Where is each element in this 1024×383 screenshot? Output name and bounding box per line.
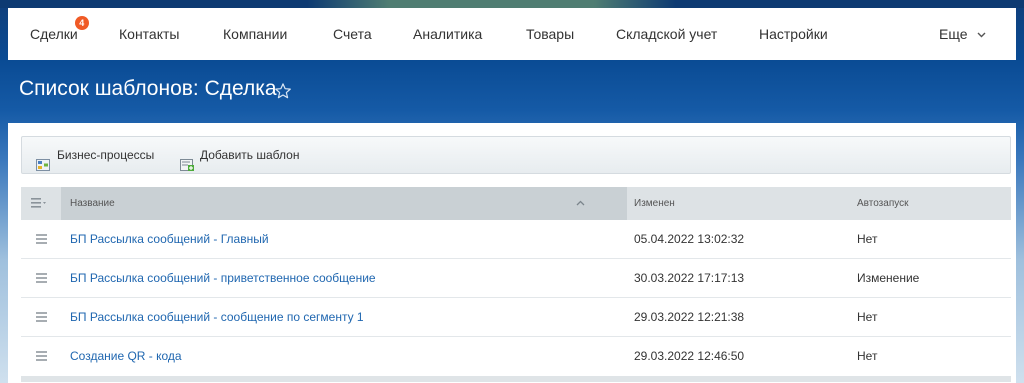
autostart-cell: Нет <box>857 349 878 363</box>
nav-item-label: Контакты <box>119 26 180 42</box>
business-process-icon <box>36 149 50 171</box>
autostart-column-header[interactable]: Автозапуск <box>857 187 909 220</box>
page-title: Список шаблонов: Сделка <box>19 77 277 100</box>
nav-item-label: Аналитика <box>413 26 483 42</box>
name-column-label: Название <box>70 198 115 209</box>
modified-cell: 30.03.2022 17:17:13 <box>634 271 745 285</box>
business-processes-label: Бизнес-процессы <box>57 148 155 162</box>
grid-settings-icon[interactable] <box>31 197 47 209</box>
templates-grid: Название Изменен Автозапуск БП Рассылка … <box>21 187 1011 382</box>
modified-column-header[interactable]: Изменен <box>634 187 675 220</box>
sort-asc-icon <box>576 187 585 220</box>
deals-count-badge: 4 <box>74 16 89 30</box>
drag-handle-icon[interactable] <box>36 234 47 244</box>
nav-item-deals[interactable]: Сделки 4 <box>30 8 89 60</box>
add-template-label: Добавить шаблон <box>200 148 300 162</box>
nav-item-inventory[interactable]: Складской учет <box>616 8 717 60</box>
nav-item-label: Складской учет <box>616 26 718 42</box>
template-name-link[interactable]: БП Рассылка сообщений - сообщение по сег… <box>70 298 364 337</box>
table-row: БП Рассылка сообщений - Главный 05.04.20… <box>21 220 1011 259</box>
nav-item-products[interactable]: Товары <box>526 8 574 60</box>
drag-handle-icon[interactable] <box>36 312 47 322</box>
top-nav: Сделки 4 Контакты Компании Счета Аналити… <box>8 8 1016 60</box>
star-icon[interactable] <box>274 82 294 102</box>
name-column-header[interactable]: Название <box>61 187 627 220</box>
top-strip <box>0 0 1024 8</box>
nav-item-contacts[interactable]: Контакты <box>119 8 179 60</box>
nav-item-label: Настройки <box>759 26 828 42</box>
nav-item-label: Сделки <box>30 26 78 42</box>
chevron-down-icon <box>977 10 986 62</box>
template-name-link[interactable]: БП Рассылка сообщений - приветственное с… <box>70 259 376 298</box>
nav-item-analytics[interactable]: Аналитика <box>413 8 482 60</box>
modified-cell: 29.03.2022 12:46:50 <box>634 349 745 363</box>
nav-item-settings[interactable]: Настройки <box>759 8 828 60</box>
drag-handle-icon[interactable] <box>36 351 47 361</box>
nav-item-label: Товары <box>526 26 575 42</box>
table-row: БП Рассылка сообщений - приветственное с… <box>21 259 1011 298</box>
table-row: БП Рассылка сообщений - сообщение по сег… <box>21 298 1011 337</box>
nav-item-invoices[interactable]: Счета <box>333 8 372 60</box>
nav-item-label: Счета <box>333 26 372 42</box>
table-row: Создание QR - кода 29.03.2022 12:46:50 Н… <box>21 337 1011 376</box>
grid-header: Название Изменен Автозапуск <box>21 187 1011 220</box>
autostart-cell: Нет <box>857 310 878 324</box>
template-name-link[interactable]: БП Рассылка сообщений - Главный <box>70 220 269 259</box>
autostart-cell: Нет <box>857 232 878 246</box>
modified-cell: 29.03.2022 12:21:38 <box>634 310 745 324</box>
add-template-icon <box>180 149 194 171</box>
toolbar: Бизнес-процессы Добавить шаблон <box>21 136 1011 174</box>
drag-handle-icon[interactable] <box>36 273 47 283</box>
nav-item-companies[interactable]: Компании <box>223 8 287 60</box>
template-name-link[interactable]: Создание QR - кода <box>70 337 182 376</box>
modified-cell: 05.04.2022 13:02:32 <box>634 232 745 246</box>
autostart-cell: Изменение <box>857 271 920 285</box>
grid-footer-bar <box>21 376 1011 382</box>
nav-more-label: Еще <box>939 26 968 42</box>
content-panel: Бизнес-процессы Добавить шаблон Название… <box>8 123 1016 383</box>
nav-more-button[interactable]: Еще <box>939 8 986 60</box>
nav-item-label: Компании <box>223 26 288 42</box>
